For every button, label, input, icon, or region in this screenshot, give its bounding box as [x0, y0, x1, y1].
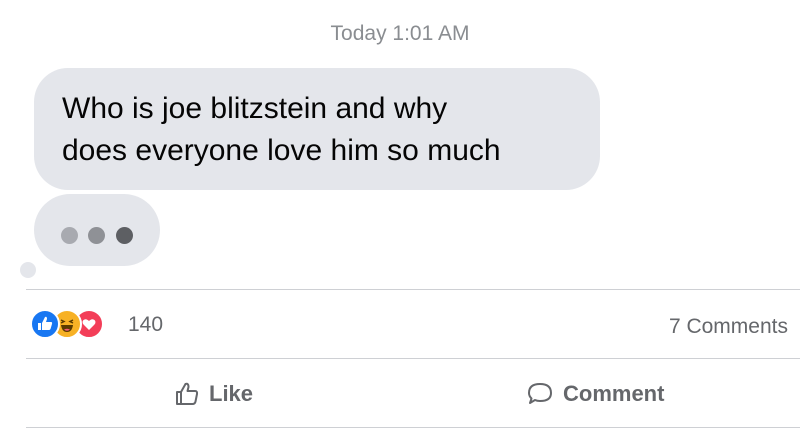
comment-button[interactable]: Comment — [525, 374, 664, 414]
typing-indicator-tail — [20, 262, 36, 278]
message-bubble[interactable]: Who is joe blitzstein and why does every… — [34, 68, 600, 190]
typing-dot — [61, 227, 78, 244]
message-text-line-1: Who is joe blitzstein and why — [62, 92, 448, 125]
message-text-line-2: does everyone love him so much — [62, 134, 501, 167]
like-button[interactable]: Like — [173, 374, 253, 414]
thumbs-up-icon — [176, 382, 199, 405]
like-icon — [30, 309, 60, 339]
speech-bubble-icon — [528, 383, 552, 404]
like-button-label: Like — [209, 381, 254, 406]
typing-dot — [116, 227, 133, 244]
divider-middle — [26, 358, 800, 359]
comments-count-link[interactable]: 7 Comments — [669, 315, 788, 339]
reaction-count[interactable]: 140 — [128, 313, 163, 337]
divider-top — [26, 289, 800, 290]
message-timestamp: Today 1:01 AM — [330, 22, 470, 45]
typing-dot — [88, 227, 105, 244]
reactions-summary[interactable] — [30, 309, 130, 339]
divider-bottom — [26, 427, 800, 428]
comment-button-label: Comment — [563, 381, 665, 406]
